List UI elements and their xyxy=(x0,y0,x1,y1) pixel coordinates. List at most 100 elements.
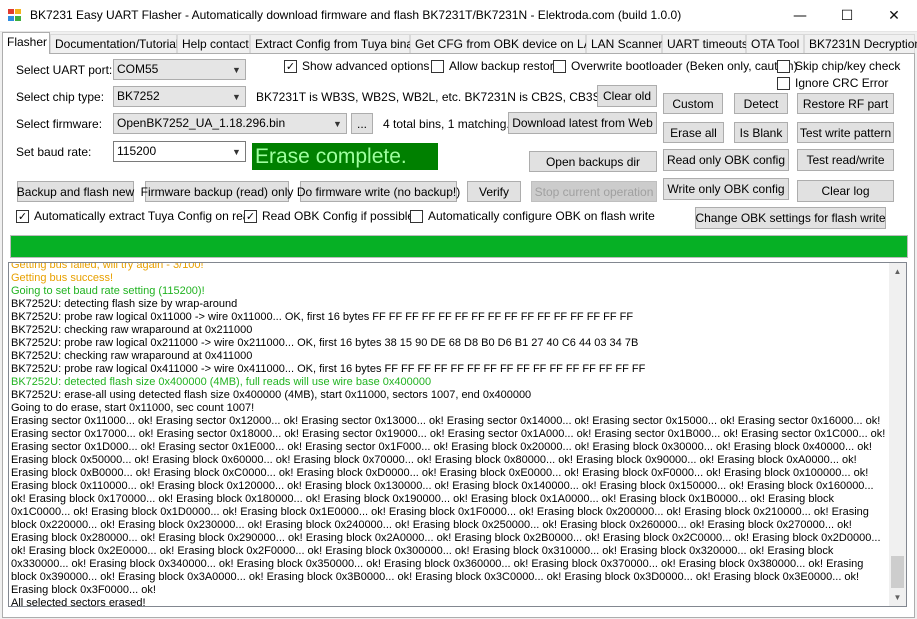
firmware-value: OpenBK7252_UA_1.18.296.bin xyxy=(117,116,286,130)
log-line: BK7252U: erase-all using detected flash … xyxy=(11,389,532,401)
auto-configure-obk-label: Automatically configure OBK on flash wri… xyxy=(428,209,655,223)
checkbox-box: ✓ xyxy=(16,209,29,223)
title-bar[interactable]: BK7231 Easy UART Flasher - Automatically… xyxy=(0,0,917,32)
minimize-icon: — xyxy=(793,7,807,24)
uart-port-label: Select UART port: xyxy=(16,63,113,77)
show-advanced-label: Show advanced options xyxy=(302,59,430,73)
read-only-obk-config-button[interactable]: Read only OBK config xyxy=(663,149,789,171)
open-backups-dir-button[interactable]: Open backups dir xyxy=(529,151,657,172)
firmware-write-button[interactable]: Do firmware write (no backup!) xyxy=(297,181,460,202)
log-line: BK7252U: checking raw wraparound at 0x21… xyxy=(11,324,253,336)
clear-old-button[interactable]: Clear old xyxy=(597,85,657,107)
stop-operation-button[interactable]: Stop current operation xyxy=(531,181,657,202)
checkbox-box xyxy=(777,76,790,90)
status-indicator: Erase complete. xyxy=(252,143,438,170)
test-write-pattern-button[interactable]: Test write pattern xyxy=(797,122,894,143)
log-line: Going to do erase, start 0x11000, sec co… xyxy=(11,402,255,414)
checkbox-box xyxy=(410,209,423,223)
close-button[interactable]: ✕ xyxy=(871,0,917,31)
bins-info-text: 4 total bins, 1 matching. xyxy=(383,117,510,131)
restore-rf-button[interactable]: Restore RF part xyxy=(797,93,894,114)
read-obk-config-checkbox[interactable]: ✓ Read OBK Config if possible xyxy=(244,209,414,223)
overwrite-bootloader-checkbox[interactable]: Overwrite bootloader (Beken only, cautio… xyxy=(553,59,798,73)
chevron-down-icon: ▼ xyxy=(232,91,241,102)
log-line: All selected sectors erased! xyxy=(11,597,146,607)
minimize-button[interactable]: — xyxy=(777,0,823,31)
tab-strip: Flasher Documentation/Tutorials Help con… xyxy=(2,32,917,54)
firmware-backup-button[interactable]: Firmware backup (read) only xyxy=(141,181,293,202)
tab-get-cfg-obk[interactable]: Get CFG from OBK device on LAN xyxy=(410,34,600,53)
ignore-crc-checkbox[interactable]: Ignore CRC Error xyxy=(777,76,888,90)
uart-port-select[interactable]: COM55 ▼ xyxy=(113,59,246,80)
checkbox-box xyxy=(777,59,790,73)
is-blank-button[interactable]: Is Blank xyxy=(734,122,788,143)
tab-documentation[interactable]: Documentation/Tutorials xyxy=(50,34,185,53)
window-title: BK7231 Easy UART Flasher - Automatically… xyxy=(30,8,682,22)
log-line: BK7252U: probe raw logical 0x11000 -> wi… xyxy=(11,311,634,323)
skip-chip-key-checkbox[interactable]: Skip chip/key check xyxy=(777,59,900,73)
test-read-write-button[interactable]: Test read/write xyxy=(797,149,894,171)
log-line: BK7252U: probe raw logical 0x411000 -> w… xyxy=(11,363,646,375)
baud-rate-value: 115200 xyxy=(117,144,157,158)
change-obk-settings-button[interactable]: Change OBK settings for flash write xyxy=(695,207,886,229)
firmware-select[interactable]: OpenBK7252_UA_1.18.296.bin ▼ xyxy=(113,113,347,134)
tab-uart-timeouts[interactable]: UART timeouts xyxy=(662,34,748,53)
log-textbox[interactable]: Getting bus failed, will try again - 3/1… xyxy=(8,262,907,607)
ignore-crc-label: Ignore CRC Error xyxy=(795,76,889,90)
write-only-obk-config-button[interactable]: Write only OBK config xyxy=(663,178,789,200)
chip-type-value: BK7252 xyxy=(117,89,160,103)
detect-button[interactable]: Detect xyxy=(734,93,788,114)
clear-log-button[interactable]: Clear log xyxy=(797,180,894,202)
download-latest-button[interactable]: Download latest from Web xyxy=(508,112,657,134)
maximize-button[interactable]: ☐ xyxy=(824,0,870,31)
log-scrollbar[interactable]: ▲ ▼ xyxy=(889,263,906,606)
checkbox-box: ✓ xyxy=(244,209,257,223)
tab-ota-tool[interactable]: OTA Tool xyxy=(746,34,804,53)
scroll-down-icon[interactable]: ▼ xyxy=(889,589,906,606)
firmware-label: Select firmware: xyxy=(16,117,103,131)
skip-chip-key-label: Skip chip/key check xyxy=(795,59,901,73)
progress-bar xyxy=(10,235,908,258)
allow-backup-restore-checkbox[interactable]: Allow backup restore xyxy=(431,59,560,73)
app-icon xyxy=(8,9,22,22)
checkbox-box xyxy=(431,59,444,73)
chevron-down-icon: ▼ xyxy=(333,118,342,129)
tab-lan-scanner[interactable]: LAN Scanner xyxy=(586,34,662,53)
scroll-up-icon[interactable]: ▲ xyxy=(889,263,906,280)
auto-configure-obk-checkbox[interactable]: Automatically configure OBK on flash wri… xyxy=(410,209,655,223)
verify-button[interactable]: Verify xyxy=(467,181,521,202)
log-line: Erasing sector 0x11000... ok! Erasing se… xyxy=(11,415,886,596)
auto-extract-tuya-checkbox[interactable]: ✓ Automatically extract Tuya Config on re… xyxy=(16,209,256,223)
checkbox-box xyxy=(553,59,566,73)
auto-extract-tuya-label: Automatically extract Tuya Config on rea… xyxy=(34,209,257,223)
checkbox-box: ✓ xyxy=(284,59,297,73)
log-line: BK7252U: checking raw wraparound at 0x41… xyxy=(11,350,253,362)
log-line: Going to set baud rate setting (115200)! xyxy=(11,285,205,297)
chevron-down-icon: ▼ xyxy=(232,64,241,75)
backup-and-flash-button[interactable]: Backup and flash new xyxy=(17,181,134,202)
baud-rate-label: Set baud rate: xyxy=(16,145,92,159)
show-advanced-checkbox[interactable]: ✓ Show advanced options xyxy=(284,59,429,73)
allow-backup-restore-label: Allow backup restore xyxy=(449,59,561,73)
log-line: Getting bus success! xyxy=(11,272,114,284)
custom-button[interactable]: Custom xyxy=(663,93,723,114)
log-line: BK7252U: detected flash size 0x400000 (4… xyxy=(11,376,432,388)
log-line: Getting bus failed, will try again - 3/1… xyxy=(11,262,204,271)
log-line: BK7252U: detecting flash size by wrap-ar… xyxy=(11,298,238,310)
tab-flasher[interactable]: Flasher xyxy=(2,32,50,54)
browse-firmware-button[interactable]: ... xyxy=(351,113,373,134)
tab-help-contact[interactable]: Help contact xyxy=(177,34,250,53)
chip-type-select[interactable]: BK7252 ▼ xyxy=(113,86,246,107)
chip-info-text: BK7231T is WB3S, WB2S, WB2L, etc. BK7231… xyxy=(256,90,624,104)
tab-bk7231n-decryption[interactable]: BK7231N Decryption xyxy=(804,34,917,53)
uart-port-value: COM55 xyxy=(117,62,159,76)
progress-fill xyxy=(11,236,907,257)
log-content: Getting bus failed, will try again - 3/1… xyxy=(11,262,887,607)
scroll-thumb[interactable] xyxy=(891,556,904,588)
tab-extract-config[interactable]: Extract Config from Tuya binary xyxy=(250,34,423,53)
chevron-down-icon: ▼ xyxy=(232,146,241,157)
erase-all-button[interactable]: Erase all xyxy=(663,122,724,143)
close-icon: ✕ xyxy=(888,7,900,24)
overwrite-bootloader-label: Overwrite bootloader (Beken only, cautio… xyxy=(571,59,798,73)
baud-rate-select[interactable]: 115200 ▼ xyxy=(113,141,246,162)
